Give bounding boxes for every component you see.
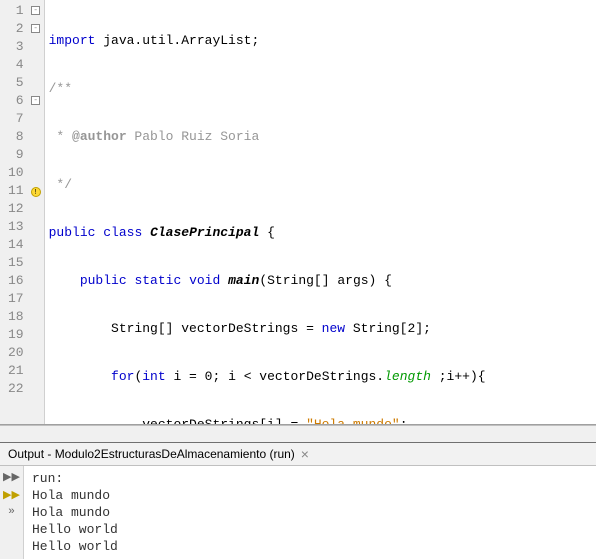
line-number: 6 xyxy=(8,92,24,110)
rerun-icon[interactable]: ▶▶ xyxy=(0,470,23,488)
output-line: Hola mundo xyxy=(32,487,588,504)
output-line: Hello world xyxy=(32,538,588,555)
line-number: 22 xyxy=(8,380,24,398)
gutter: 1 2 3 4 5 6 7 8 9 10 11 12 13 14 15 16 1… xyxy=(0,0,45,424)
line-number: 5 xyxy=(8,74,24,92)
line-number: 19 xyxy=(8,326,24,344)
line-number: 15 xyxy=(8,254,24,272)
line-number: 20 xyxy=(8,344,24,362)
line-number: 14 xyxy=(8,236,24,254)
line-number: 11 xyxy=(8,182,24,200)
line-number: 3 xyxy=(8,38,24,56)
output-tab-label: Output - Modulo2EstructurasDeAlmacenamie… xyxy=(8,447,295,461)
run-icon[interactable]: ▶▶ xyxy=(0,488,23,506)
output-toolbar: ▶▶ ▶▶ » xyxy=(0,466,24,559)
code-editor: 1 2 3 4 5 6 7 8 9 10 11 12 13 14 15 16 1… xyxy=(0,0,596,425)
close-icon[interactable]: × xyxy=(301,448,309,460)
fold-column: - - - ! xyxy=(28,0,44,424)
line-number: 9 xyxy=(8,146,24,164)
line-number: 1 xyxy=(8,2,24,20)
line-number: 18 xyxy=(8,308,24,326)
fold-toggle[interactable]: - xyxy=(28,20,44,38)
fold-toggle[interactable]: - xyxy=(28,2,44,20)
expand-icon[interactable]: » xyxy=(0,506,23,524)
line-number: 13 xyxy=(8,218,24,236)
output-panel: Output - Modulo2EstructurasDeAlmacenamie… xyxy=(0,442,596,559)
warning-icon[interactable]: ! xyxy=(28,182,44,200)
output-tab[interactable]: Output - Modulo2EstructurasDeAlmacenamie… xyxy=(0,443,596,466)
line-number: 4 xyxy=(8,56,24,74)
line-number: 10 xyxy=(8,164,24,182)
line-number: 12 xyxy=(8,200,24,218)
line-number: 8 xyxy=(8,128,24,146)
line-number: 2 xyxy=(8,20,24,38)
line-number-column: 1 2 3 4 5 6 7 8 9 10 11 12 13 14 15 16 1… xyxy=(0,0,28,424)
line-number: 17 xyxy=(8,290,24,308)
output-console[interactable]: run: Hola mundo Hola mundo Hello world H… xyxy=(24,466,596,559)
code-text-area[interactable]: import java.util.ArrayList; /** * @autho… xyxy=(45,0,596,424)
line-number: 7 xyxy=(8,110,24,128)
fold-toggle[interactable]: - xyxy=(28,92,44,110)
horizontal-scrollbar[interactable] xyxy=(0,425,596,442)
line-number: 16 xyxy=(8,272,24,290)
output-line: run: xyxy=(32,470,588,487)
output-line: Hello world xyxy=(32,521,588,538)
output-line: Hola mundo xyxy=(32,504,588,521)
line-number: 21 xyxy=(8,362,24,380)
